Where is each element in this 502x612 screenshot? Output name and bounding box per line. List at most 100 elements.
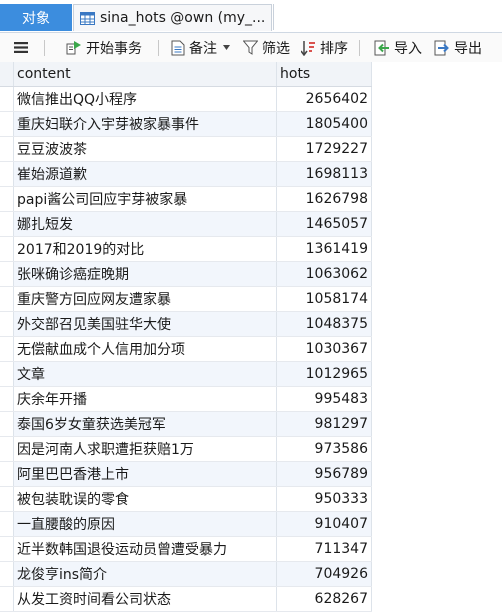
table-row[interactable]: 2017和2019的对比 1361419 bbox=[0, 236, 372, 262]
cell-content[interactable]: 张咪确诊癌症晚期 bbox=[13, 261, 277, 287]
column-header-content[interactable]: content bbox=[13, 62, 277, 87]
cell-content[interactable]: 一直腰酸的原因 bbox=[13, 511, 277, 537]
table-row[interactable]: 从发工资时间看公司状态 628267 bbox=[0, 586, 372, 612]
dropdown-arrow-icon[interactable] bbox=[223, 45, 230, 50]
table-row[interactable]: 豆豆波波茶 1729227 bbox=[0, 136, 372, 162]
cell-content[interactable]: 微信推出QQ小程序 bbox=[13, 86, 277, 112]
row-header[interactable] bbox=[0, 486, 14, 512]
table-row[interactable]: 龙俊亨ins简介 704926 bbox=[0, 561, 372, 587]
table-row[interactable]: 因是河南人求职遭拒获赔1万 973586 bbox=[0, 436, 372, 462]
row-header[interactable] bbox=[0, 136, 14, 162]
cell-content[interactable]: 因是河南人求职遭拒获赔1万 bbox=[13, 436, 277, 462]
table-row[interactable]: 重庆警方回应网友遭家暴 1058174 bbox=[0, 286, 372, 312]
cell-hots[interactable]: 1012965 bbox=[276, 361, 372, 387]
table-row[interactable]: papi酱公司回应宇芽被家暴 1626798 bbox=[0, 186, 372, 212]
row-header[interactable] bbox=[0, 111, 14, 137]
cell-content[interactable]: 泰国6岁女童获选美冠军 bbox=[13, 411, 277, 437]
cell-content[interactable]: 被包装耽误的零食 bbox=[13, 486, 277, 512]
cell-content[interactable]: 娜扎短发 bbox=[13, 211, 277, 237]
table-row[interactable]: 无偿献血成个人信用加分项 1030367 bbox=[0, 336, 372, 362]
row-header[interactable] bbox=[0, 536, 14, 562]
cell-content[interactable]: 文章 bbox=[13, 361, 277, 387]
cell-content[interactable]: 近半数韩国退役运动员曾遭受暴力 bbox=[13, 536, 277, 562]
table-row[interactable]: 张咪确诊癌症晚期 1063062 bbox=[0, 261, 372, 287]
row-header[interactable] bbox=[0, 311, 14, 337]
table-icon bbox=[80, 11, 95, 25]
cell-content[interactable]: 庆余年开播 bbox=[13, 386, 277, 412]
filter-button[interactable]: 筛选 bbox=[243, 33, 290, 62]
column-header-hots[interactable]: hots bbox=[276, 62, 372, 87]
cell-hots[interactable]: 956789 bbox=[276, 461, 372, 487]
table-row[interactable]: 庆余年开播 995483 bbox=[0, 386, 372, 412]
table-row[interactable]: 外交部召见美国驻华大使 1048375 bbox=[0, 311, 372, 337]
cell-hots[interactable]: 995483 bbox=[276, 386, 372, 412]
cell-hots[interactable]: 950333 bbox=[276, 486, 372, 512]
cell-hots[interactable]: 1063062 bbox=[276, 261, 372, 287]
cell-content[interactable]: 从发工资时间看公司状态 bbox=[13, 586, 277, 612]
table-row[interactable]: 一直腰酸的原因 910407 bbox=[0, 511, 372, 537]
row-header[interactable] bbox=[0, 561, 14, 587]
row-header[interactable] bbox=[0, 461, 14, 487]
export-button[interactable]: 导出 bbox=[434, 33, 482, 62]
row-header[interactable] bbox=[0, 186, 14, 212]
cell-hots[interactable]: 628267 bbox=[276, 586, 372, 612]
sort-button[interactable]: 排序 bbox=[301, 33, 348, 62]
cell-content[interactable]: papi酱公司回应宇芽被家暴 bbox=[13, 186, 277, 212]
cell-hots[interactable]: 1729227 bbox=[276, 136, 372, 162]
row-header[interactable] bbox=[0, 411, 14, 437]
row-header[interactable] bbox=[0, 236, 14, 262]
begin-transaction-button[interactable]: 开始事务 bbox=[66, 33, 142, 62]
row-header[interactable] bbox=[0, 336, 14, 362]
cell-content[interactable]: 2017和2019的对比 bbox=[13, 236, 277, 262]
cell-hots[interactable]: 2656402 bbox=[276, 86, 372, 112]
cell-hots[interactable]: 910407 bbox=[276, 511, 372, 537]
cell-content[interactable]: 外交部召见美国驻华大使 bbox=[13, 311, 277, 337]
table-row[interactable]: 泰国6岁女童获选美冠军 981297 bbox=[0, 411, 372, 437]
cell-hots[interactable]: 704926 bbox=[276, 561, 372, 587]
row-header[interactable] bbox=[0, 261, 14, 287]
tab-sina-hots[interactable]: sina_hots @own (my_... bbox=[73, 4, 272, 31]
row-header[interactable] bbox=[0, 436, 14, 462]
cell-hots[interactable]: 1048375 bbox=[276, 311, 372, 337]
cell-hots[interactable]: 1030367 bbox=[276, 336, 372, 362]
menu-button[interactable] bbox=[14, 33, 28, 62]
row-header-corner[interactable] bbox=[0, 62, 14, 87]
table-row[interactable]: 重庆妇联介入宇芽被家暴事件 1805400 bbox=[0, 111, 372, 137]
table-row[interactable]: 阿里巴巴香港上市 956789 bbox=[0, 461, 372, 487]
cell-content[interactable]: 阿里巴巴香港上市 bbox=[13, 461, 277, 487]
cell-hots[interactable]: 1058174 bbox=[276, 286, 372, 312]
cell-hots[interactable]: 1626798 bbox=[276, 186, 372, 212]
row-header[interactable] bbox=[0, 511, 14, 537]
cell-content[interactable]: 龙俊亨ins简介 bbox=[13, 561, 277, 587]
table-row[interactable]: 文章 1012965 bbox=[0, 361, 372, 387]
import-button[interactable]: 导入 bbox=[374, 33, 422, 62]
table-row[interactable]: 微信推出QQ小程序 2656402 bbox=[0, 86, 372, 112]
toolbar-separator bbox=[44, 40, 45, 56]
cell-content[interactable]: 崔始源道歉 bbox=[13, 161, 277, 187]
row-header[interactable] bbox=[0, 86, 14, 112]
table-row[interactable]: 被包装耽误的零食 950333 bbox=[0, 486, 372, 512]
row-header[interactable] bbox=[0, 361, 14, 387]
row-header[interactable] bbox=[0, 286, 14, 312]
row-header[interactable] bbox=[0, 586, 14, 612]
cell-hots[interactable]: 1465057 bbox=[276, 211, 372, 237]
cell-hots[interactable]: 1698113 bbox=[276, 161, 372, 187]
table-row[interactable]: 崔始源道歉 1698113 bbox=[0, 161, 372, 187]
tab-objects[interactable]: 对象 bbox=[0, 4, 72, 31]
row-header[interactable] bbox=[0, 386, 14, 412]
cell-content[interactable]: 重庆警方回应网友遭家暴 bbox=[13, 286, 277, 312]
cell-content[interactable]: 重庆妇联介入宇芽被家暴事件 bbox=[13, 111, 277, 137]
cell-hots[interactable]: 981297 bbox=[276, 411, 372, 437]
cell-content[interactable]: 豆豆波波茶 bbox=[13, 136, 277, 162]
row-header[interactable] bbox=[0, 211, 14, 237]
note-button[interactable]: 备注 bbox=[171, 33, 230, 62]
cell-hots[interactable]: 1361419 bbox=[276, 236, 372, 262]
row-header[interactable] bbox=[0, 161, 14, 187]
table-row[interactable]: 近半数韩国退役运动员曾遭受暴力 711347 bbox=[0, 536, 372, 562]
table-row[interactable]: 娜扎短发 1465057 bbox=[0, 211, 372, 237]
cell-hots[interactable]: 1805400 bbox=[276, 111, 372, 137]
cell-content[interactable]: 无偿献血成个人信用加分项 bbox=[13, 336, 277, 362]
cell-hots[interactable]: 711347 bbox=[276, 536, 372, 562]
toolbar: 开始事务 备注 筛选 排序 导入 导出 bbox=[0, 33, 502, 63]
cell-hots[interactable]: 973586 bbox=[276, 436, 372, 462]
